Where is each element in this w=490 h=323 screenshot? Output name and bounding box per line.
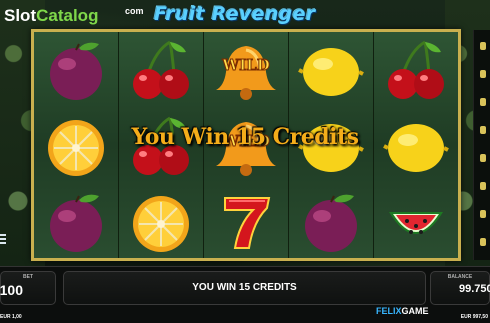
bet-value: 100	[0, 282, 23, 298]
game-title: Fruit Revenger	[154, 3, 316, 25]
cherry-symbol	[374, 32, 458, 108]
slotcatalog-logo: SlotCatalog com	[4, 6, 144, 25]
plum-icon	[50, 194, 102, 252]
seven-symbol	[204, 184, 288, 260]
balance-value: 99.750	[459, 283, 490, 295]
cherry-icon	[133, 40, 189, 99]
seven-icon	[224, 197, 271, 249]
hamburger-menu-icon[interactable]	[0, 232, 7, 248]
bet-label: BET	[23, 274, 33, 280]
lemon-icon	[298, 48, 364, 96]
balance-label: BALANCE	[447, 274, 473, 280]
message-panel: YOU WIN 15 CREDITS	[63, 271, 426, 305]
plum-symbol	[34, 184, 118, 260]
balance-currency: EUR 997,50	[460, 314, 488, 320]
wild-bell-icon: WILD	[216, 46, 276, 100]
cherry-icon	[388, 40, 444, 99]
win-message: YOU WIN 15 CREDITS	[192, 282, 297, 293]
plum-symbol	[34, 32, 118, 108]
lemon-symbol	[289, 32, 373, 108]
cherry-symbol	[119, 32, 203, 108]
provider-logo: FELIXGAME	[376, 306, 429, 316]
watermelon-symbol	[374, 184, 458, 260]
plum-icon	[50, 42, 102, 100]
orange-symbol	[119, 184, 203, 260]
watermelon-icon	[389, 212, 443, 234]
bet-panel[interactable]: BET 100	[0, 271, 56, 305]
balance-panel: BALANCE 99.750	[430, 271, 490, 305]
wild-bell-symbol: WILD	[204, 32, 288, 108]
orange-icon	[133, 196, 189, 252]
win-message-overlay: You Win 15 Credits	[131, 124, 359, 150]
plum-symbol	[289, 184, 373, 260]
plum-icon	[305, 194, 357, 252]
bet-currency: EUR 1,00	[0, 314, 22, 320]
control-bar: BET 100 EUR 1,00 YOU WIN 15 CREDITS FELI…	[0, 266, 490, 323]
svg-text:WILD: WILD	[221, 56, 269, 74]
